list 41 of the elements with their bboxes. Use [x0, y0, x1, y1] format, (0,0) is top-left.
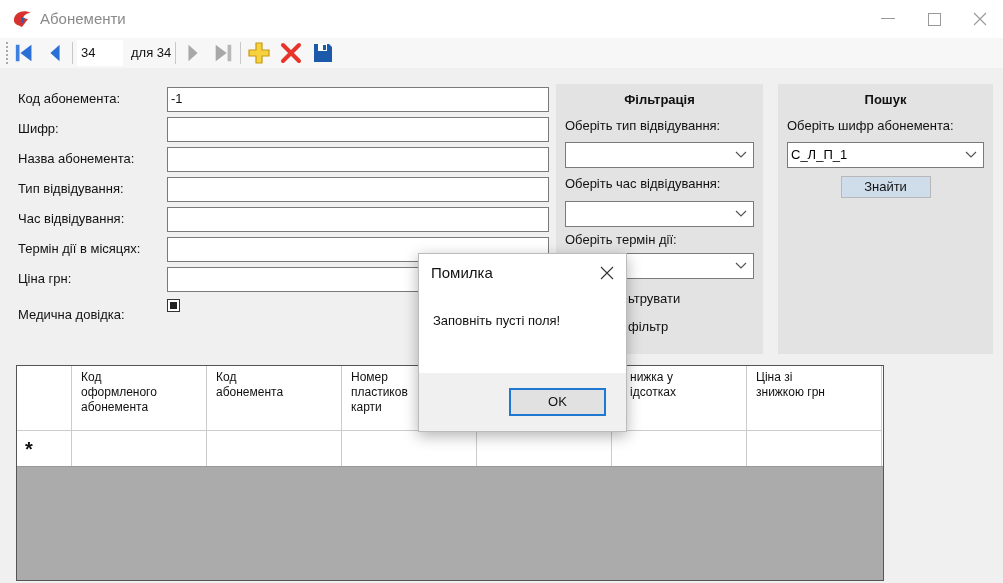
add-icon — [247, 41, 272, 65]
dropdown-field[interactable] — [565, 200, 754, 227]
checkbox-label: Медична довідка: — [18, 306, 126, 325]
text-field[interactable] — [167, 206, 549, 232]
maximize-icon — [927, 12, 941, 26]
filter-label: Оберіть час відвідування: — [565, 175, 722, 193]
delete-icon — [279, 41, 304, 65]
text-field[interactable] — [167, 116, 549, 142]
close-icon[interactable] — [600, 266, 614, 280]
field-label: Тип відвідування: — [18, 180, 125, 199]
field-label: Термін дії в місяцях: — [18, 240, 142, 259]
field-label: Час відвідування: — [18, 210, 126, 229]
field-label: Назва абонемента: — [18, 150, 136, 169]
minimize-icon — [881, 18, 895, 20]
dialog-title: Помилка — [431, 262, 493, 283]
find-button[interactable]: Знайти — [840, 176, 931, 198]
chevron-icon — [735, 209, 747, 218]
chevron-icon — [735, 262, 747, 270]
ok-button[interactable]: OK — [509, 388, 606, 416]
field-label: Ціна грн: — [18, 270, 73, 289]
filter-label: Оберіть тип відвідування: — [565, 116, 722, 135]
close-icon — [973, 12, 987, 26]
chevron-icon — [735, 151, 747, 159]
dropdown-field[interactable]: С_Л_П_1 — [787, 142, 984, 168]
checkbox[interactable] — [167, 299, 180, 312]
dialog-message: Заповніть пусті поля! — [433, 311, 561, 330]
text-field[interactable] — [167, 176, 549, 202]
chevron-icon — [965, 151, 977, 159]
panel-title: Фільтрація — [623, 91, 696, 109]
panel-title: Пошук — [863, 91, 908, 109]
window-title: Абонементи — [40, 8, 126, 29]
text-field[interactable]: -1 — [167, 86, 549, 112]
text-field[interactable] — [167, 146, 549, 172]
search-label: Оберіть шифр абонемента: — [787, 116, 955, 135]
field-label: Код абонемента: — [18, 90, 122, 109]
record-count: для 34 — [131, 44, 172, 63]
position-field[interactable]: 34 — [77, 40, 123, 66]
dropdown-value: С_Л_П_1 — [791, 146, 848, 165]
filter-label: Оберіть термін дії: — [565, 230, 678, 249]
field-label: Шифр: — [18, 120, 60, 139]
dropdown-field[interactable] — [565, 142, 754, 168]
